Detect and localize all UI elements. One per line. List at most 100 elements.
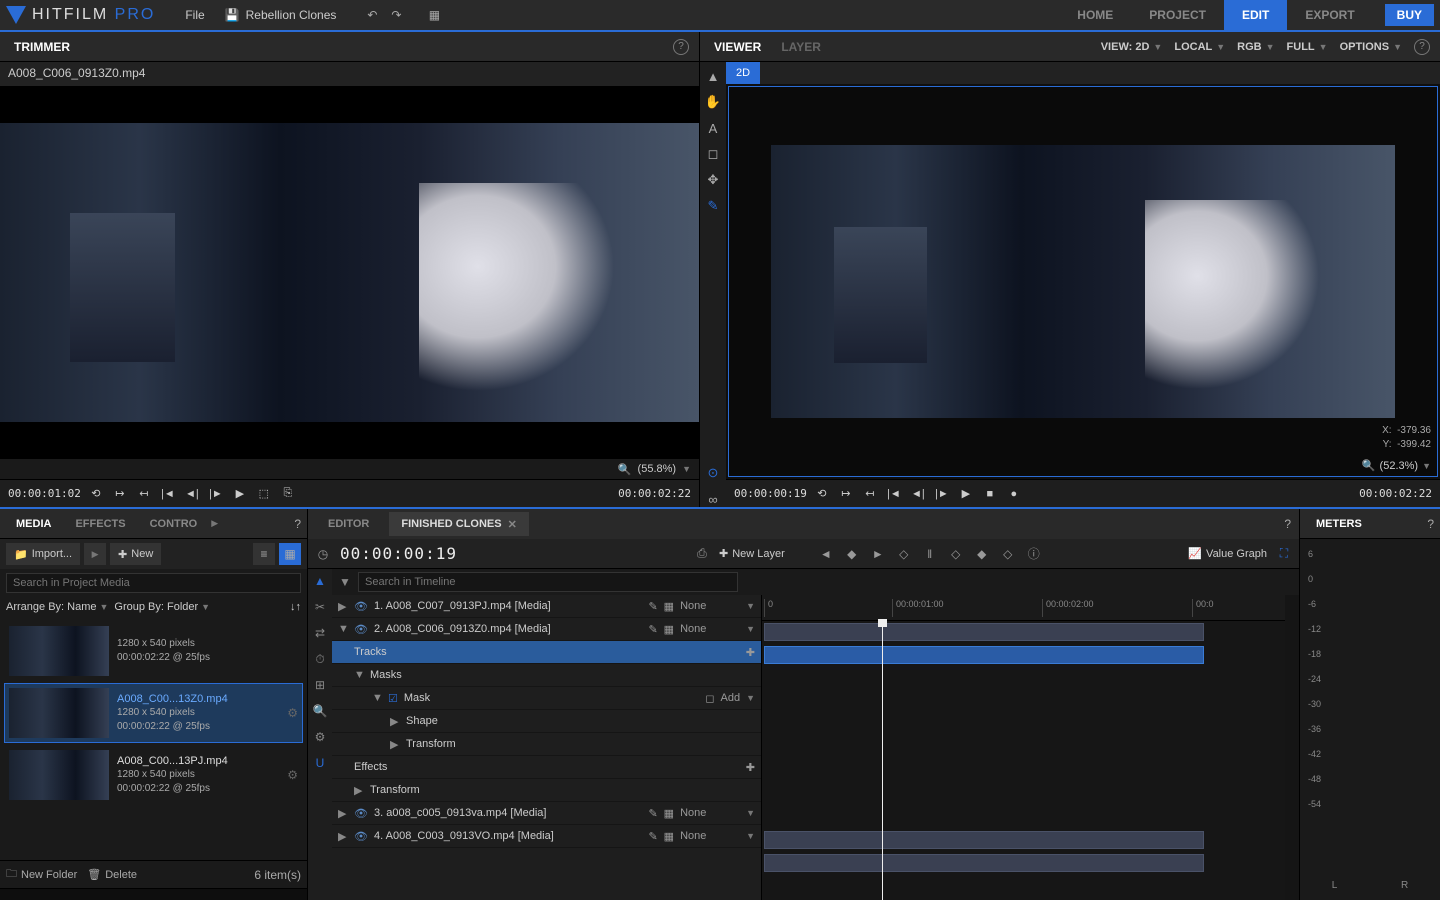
overlay-icon[interactable]: ⬚ [255, 485, 273, 503]
layer-tab[interactable]: LAYER [777, 40, 825, 54]
transform-sub-row[interactable]: ▶Transform [332, 733, 761, 756]
timeline-ruler[interactable]: 0 00:00:01:00 00:00:02:00 00:0 [762, 595, 1285, 621]
help-icon[interactable]: ? [1284, 517, 1291, 531]
viewer-2d-tab[interactable]: 2D [726, 62, 760, 84]
media-tab[interactable]: MEDIA [6, 509, 61, 539]
eye-icon[interactable]: 👁 [354, 623, 368, 636]
eye-icon[interactable]: 👁 [354, 600, 368, 613]
pen-tool-icon[interactable]: ✎ [705, 198, 721, 214]
rgb-select[interactable]: RGB▼ [1237, 41, 1274, 53]
magnet-icon[interactable]: U [312, 755, 328, 771]
link-icon[interactable]: ∞ [705, 491, 721, 507]
grid-icon[interactable]: ▦ [664, 807, 674, 820]
undo-button[interactable]: ↶ [360, 0, 384, 31]
group-by-select[interactable]: Group By: Folder▼ [114, 601, 210, 613]
search-icon[interactable]: 🔍 [618, 463, 632, 476]
mask-tool-icon[interactable]: ◻ [705, 146, 721, 162]
clock-icon[interactable]: ◷ [314, 545, 332, 563]
tracker-icon[interactable]: ⊙ [705, 465, 721, 481]
next-key-icon[interactable]: ► [869, 545, 887, 563]
composite-tab[interactable]: FINISHED CLONES✕ [389, 512, 528, 536]
playhead[interactable] [882, 621, 883, 900]
timeline-search-input[interactable] [358, 572, 738, 592]
close-icon[interactable]: ✕ [508, 518, 517, 531]
hand-tool-icon[interactable]: ✋ [705, 94, 721, 110]
project-name[interactable]: 💾Rebellion Clones [215, 0, 347, 31]
step-fwd-icon[interactable]: |► [207, 485, 225, 503]
media-search-input[interactable] [6, 573, 301, 593]
timeline-timecode[interactable]: 00:00:00:19 [340, 544, 457, 563]
list-view-icon[interactable]: ≡ [253, 543, 275, 565]
arrange-by-select[interactable]: Arrange By: Name▼ [6, 601, 108, 613]
mark-out-icon[interactable]: ↤ [861, 485, 879, 503]
zoom-tool-icon[interactable]: 🔍 [312, 703, 328, 719]
effects-tab[interactable]: EFFECTS [65, 509, 135, 539]
view-mode-select[interactable]: VIEW: 2D▼ [1101, 41, 1163, 53]
trimmer-tab[interactable]: TRIMMER [10, 40, 74, 54]
grid-icon[interactable]: ▦ [422, 0, 446, 31]
gear-icon[interactable]: ⚙ [312, 729, 328, 745]
play-icon[interactable]: ▶ [957, 485, 975, 503]
trimmer-zoom[interactable]: (55.8%) [638, 463, 677, 475]
chevron-down-icon[interactable]: ▼ [1422, 461, 1431, 471]
tab-export[interactable]: EXPORT [1287, 0, 1372, 31]
delete-button[interactable]: 🗑Delete [87, 868, 137, 881]
scrollbar[interactable] [1285, 595, 1299, 900]
info-icon[interactable]: ⓘ [1025, 545, 1043, 563]
buy-button[interactable]: BUY [1385, 4, 1434, 26]
pencil-icon[interactable]: ✎ [648, 807, 657, 820]
gear-icon[interactable]: ⚙ [287, 706, 298, 720]
eye-icon[interactable]: 👁 [354, 830, 368, 843]
editor-tab[interactable]: EDITOR [316, 512, 381, 536]
chevron-down-icon[interactable]: ▼ [682, 464, 691, 474]
viewer-zoom[interactable]: (52.3%) [1380, 460, 1419, 472]
step-back-icon[interactable]: ◄| [183, 485, 201, 503]
select-tool-icon[interactable]: ▲ [312, 573, 328, 589]
stop-icon[interactable]: ■ [981, 485, 999, 503]
snap-tool-icon[interactable]: ⊞ [312, 677, 328, 693]
clip-bar[interactable] [764, 623, 1204, 641]
new-folder-button[interactable]: 🗀New Folder [6, 865, 77, 884]
rate-tool-icon[interactable]: ⏱ [312, 651, 328, 667]
plus-icon[interactable]: ✚ [746, 646, 755, 659]
media-item[interactable]: A008_C00...13PJ.mp41280 x 540 pixels00:0… [4, 745, 303, 805]
redo-button[interactable]: ↷ [384, 0, 408, 31]
grid-icon[interactable]: ▦ [664, 830, 674, 843]
loop-icon[interactable]: ⟲ [813, 485, 831, 503]
effects-row[interactable]: Effects✚ [332, 756, 761, 779]
local-select[interactable]: LOCAL▼ [1174, 41, 1225, 53]
new-button[interactable]: ✚New [110, 543, 161, 565]
clip-bar[interactable] [764, 831, 1204, 849]
tab-edit[interactable]: EDIT [1224, 0, 1287, 31]
trimmer-preview[interactable] [0, 86, 699, 459]
tab-project[interactable]: PROJECT [1131, 0, 1224, 31]
import-more-icon[interactable]: ▶ [84, 543, 106, 565]
scrollbar[interactable] [0, 888, 307, 900]
viewer-canvas[interactable]: X: -379.36 Y: -399.42 🔍 (52.3%) ▼ [728, 86, 1438, 477]
diamond-icon[interactable]: ◇ [947, 545, 965, 563]
insert-icon[interactable]: ⎘ [279, 485, 297, 503]
diamond-icon[interactable]: ◆ [973, 545, 991, 563]
clip-bar[interactable] [764, 646, 1204, 664]
meters-tab[interactable]: METERS [1306, 509, 1372, 539]
goto-start-icon[interactable]: |◄ [159, 485, 177, 503]
mode-icon[interactable]: ◻ [705, 692, 714, 705]
pencil-icon[interactable]: ✎ [648, 830, 657, 843]
mask-row[interactable]: ▼☑Mask◻Add▼ [332, 687, 761, 710]
controls-tab[interactable]: CONTRO [140, 509, 208, 539]
help-icon[interactable]: ? [673, 39, 689, 55]
tracks-header[interactable]: Tracks✚ [332, 641, 761, 664]
help-icon[interactable]: ? [1414, 39, 1430, 55]
eye-icon[interactable]: 👁 [354, 807, 368, 820]
expand-icon[interactable]: ⛶ [1275, 545, 1293, 563]
menu-file[interactable]: File [175, 0, 214, 31]
masks-row[interactable]: ▼Masks [332, 664, 761, 687]
slice-tool-icon[interactable]: ✂ [312, 599, 328, 615]
step-fwd-icon[interactable]: |► [933, 485, 951, 503]
viewer-tab[interactable]: VIEWER [710, 40, 765, 54]
snapshot-icon[interactable]: ⎙ [693, 545, 711, 563]
grid-icon[interactable]: ▦ [664, 600, 674, 613]
help-icon[interactable]: ? [1427, 517, 1434, 531]
diamond-icon[interactable]: ◇ [999, 545, 1017, 563]
media-item[interactable]: A008_C00...13Z0.mp41280 x 540 pixels00:0… [4, 683, 303, 743]
